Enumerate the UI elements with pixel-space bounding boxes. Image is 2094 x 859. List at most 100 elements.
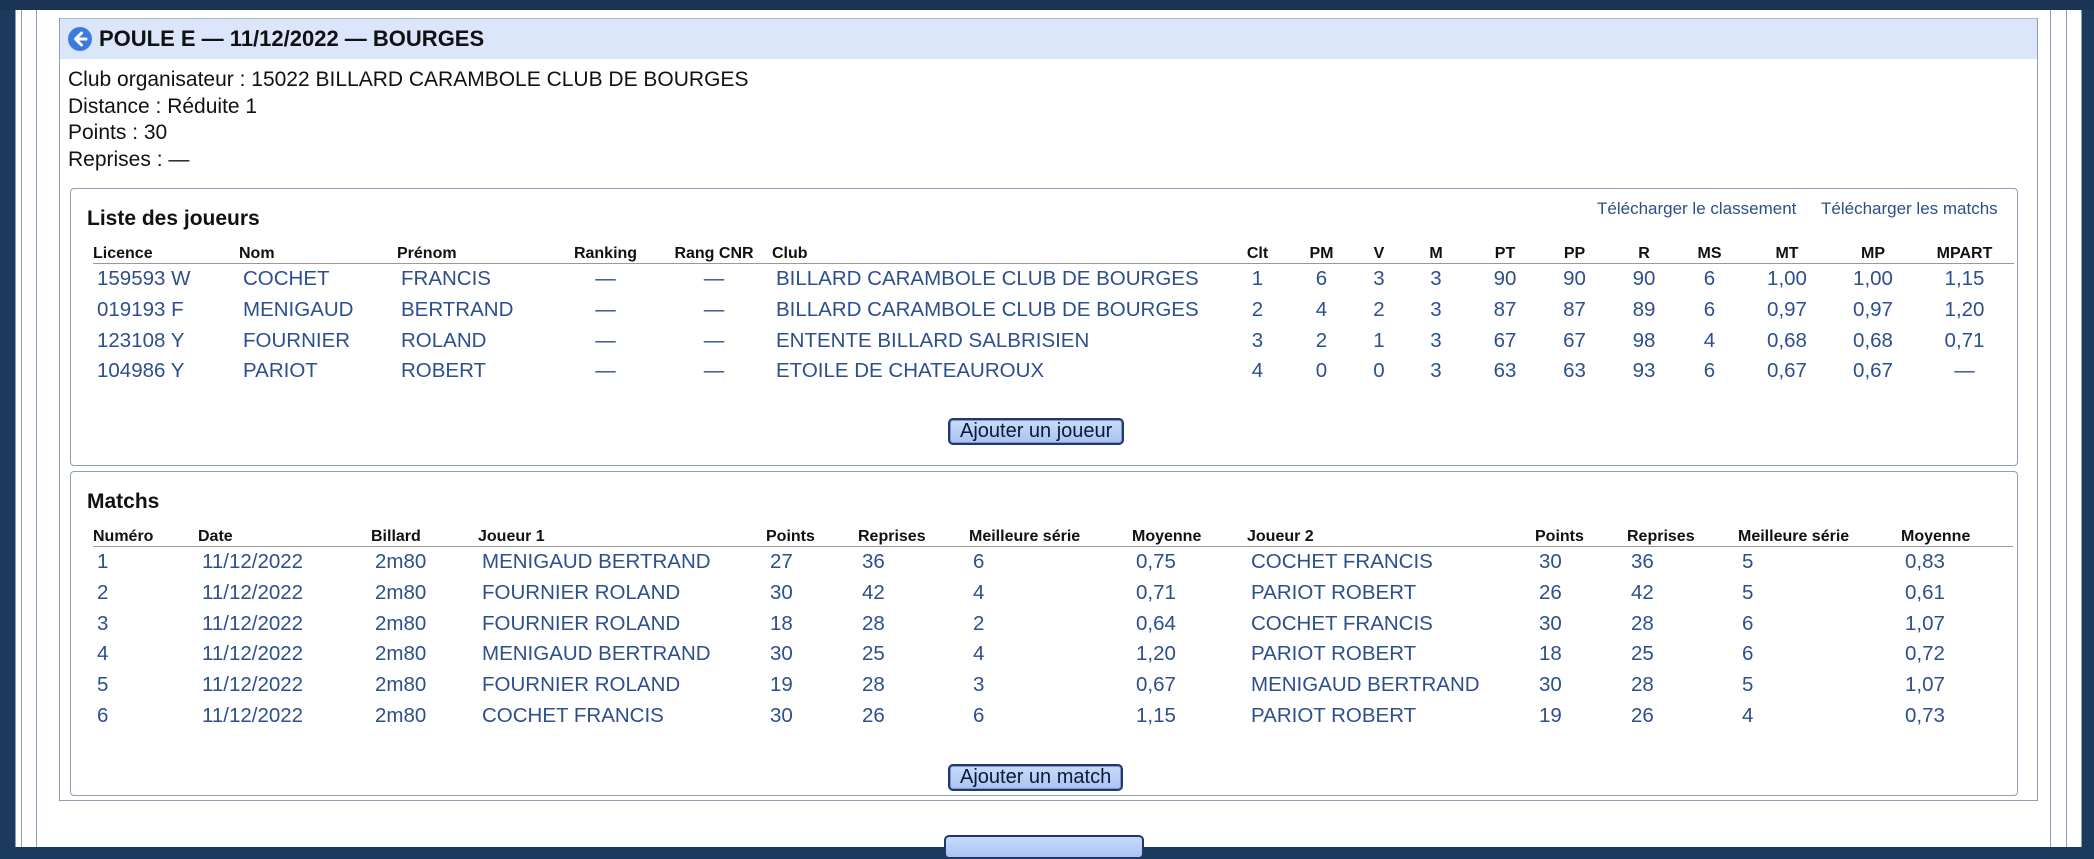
table-cell: 0,68 — [1767, 328, 1807, 352]
table-cell: 30 — [770, 581, 793, 605]
table-cell: 6 — [1742, 642, 1754, 666]
download-ranking-link[interactable]: Télécharger le classement — [1597, 199, 1796, 219]
player-row[interactable]: 123108 Y FOURNIER ROLAND — — ENTENTE BILLARD … — [93, 325, 2014, 356]
table-cell: 3 — [1430, 267, 1442, 291]
matches-header-row: Numéro Date Billard Joueur 1 Points Reprises M… — [93, 522, 2013, 547]
bottom-button[interactable] — [944, 835, 1144, 859]
add-match-button[interactable]: Ajouter un match — [948, 764, 1124, 791]
column-header: Billard — [371, 522, 478, 547]
table-cell: 90 — [1493, 267, 1517, 291]
table-cell: 0,71 — [1944, 328, 1985, 352]
table-cell: — — [595, 328, 616, 352]
player-row[interactable]: 159593 W COCHET FRANCIS — — BILLARD CARAMBOLE… — [93, 264, 2014, 295]
table-cell: BILLARD CARAMBOLE CLUB DE BOURGES — [776, 298, 1199, 322]
column-header: Moyenne — [1132, 522, 1247, 547]
players-table: Licence Nom Prénom Ranking Rang CNR Club Clt PM… — [93, 239, 2014, 387]
player-row[interactable]: 019193 F MENIGAUD BERTRAND — — BILLARD CARAMB… — [93, 295, 2014, 326]
table-cell: 67 — [1563, 328, 1586, 352]
add-player-button[interactable]: Ajouter un joueur — [948, 418, 1125, 445]
table-cell: BILLARD CARAMBOLE CLUB DE BOURGES — [776, 267, 1199, 291]
table-cell: 1,15 — [1944, 267, 1985, 291]
column-header: PM — [1284, 239, 1359, 264]
column-header: V — [1359, 239, 1399, 264]
table-cell: 6 — [97, 703, 109, 727]
arrow-left-circle-icon[interactable] — [68, 27, 92, 51]
table-cell: — — [595, 359, 616, 383]
points-info: Points : 30 — [68, 121, 168, 144]
column-header: Date — [198, 522, 371, 547]
table-cell: 1,00 — [1767, 267, 1807, 291]
table-cell: 26 — [1631, 703, 1654, 727]
table-cell: 104986 Y — [97, 359, 185, 383]
table-cell: ENTENTE BILLARD SALBRISIEN — [776, 328, 1090, 352]
table-cell: 19 — [1539, 703, 1562, 727]
table-cell: 6 — [973, 550, 985, 574]
table-cell: 4 — [973, 642, 985, 666]
column-header: Reprises — [1627, 522, 1738, 547]
reprises-info: Reprises : — — [68, 147, 190, 171]
table-cell: 0 — [1315, 359, 1328, 383]
table-cell: 19 — [770, 673, 793, 697]
table-cell: 5 — [1742, 550, 1754, 574]
table-cell: 4 — [1703, 328, 1716, 352]
table-cell: 3 — [973, 673, 985, 697]
table-cell: 11/12/2022 — [202, 611, 304, 635]
match-row[interactable]: 1 11/12/2022 2m80 MENIGAUD BERTRAND 27 36 6 0,7… — [93, 547, 2013, 578]
distance-info: Distance : Réduite 1 — [68, 94, 258, 118]
table-cell: 0,73 — [1905, 703, 1945, 727]
table-cell: 5 — [1742, 581, 1754, 605]
table-cell: 3 — [1251, 328, 1264, 352]
table-cell: 0,97 — [1767, 298, 1807, 322]
matches-table: Numéro Date Billard Joueur 1 Points Reprises M… — [93, 522, 2013, 731]
table-cell: — — [703, 359, 725, 383]
table-cell: 3 — [1430, 359, 1442, 383]
table-cell: 6 — [1315, 267, 1328, 291]
table-cell: COCHET FRANCIS — [1251, 611, 1433, 635]
frame-line — [21, 10, 22, 847]
table-cell: 1,07 — [1905, 611, 1945, 635]
column-header: Ranking — [555, 239, 656, 264]
table-cell: 26 — [862, 703, 885, 727]
table-cell: 0,72 — [1905, 642, 1945, 666]
table-cell: 3 — [1430, 298, 1442, 322]
column-header: Prénom — [397, 239, 555, 264]
table-cell: 123108 Y — [97, 328, 185, 352]
column-header: PT — [1473, 239, 1537, 264]
pool-info: Club organisateur : 15022 BILLARD CARAMB… — [60, 59, 2037, 173]
table-cell: 28 — [1631, 611, 1654, 635]
table-cell: 42 — [1631, 581, 1654, 605]
player-row[interactable]: 104986 Y PARIOT ROBERT — — ETOILE DE CHATEAUR… — [93, 356, 2014, 387]
table-cell: COCHET — [243, 267, 330, 291]
table-cell: — — [595, 267, 616, 291]
match-row[interactable]: 6 11/12/2022 2m80 COCHET FRANCIS 30 26 6 1,15 PA… — [93, 700, 2013, 731]
table-cell: 3 — [97, 611, 109, 635]
table-cell: 2 — [973, 611, 985, 635]
column-header: Points — [1535, 522, 1627, 547]
table-cell: — — [703, 298, 725, 322]
table-cell: 1 — [1251, 267, 1264, 291]
table-cell: 4 — [1742, 703, 1754, 727]
table-cell: 3 — [1430, 328, 1442, 352]
table-cell: 2 — [1373, 298, 1385, 322]
match-row[interactable]: 2 11/12/2022 2m80 FOURNIER ROLAND 30 42 4 0,71 P… — [93, 578, 2013, 609]
table-cell: 019193 F — [97, 298, 184, 322]
table-cell: 30 — [1539, 550, 1562, 574]
table-cell: 11/12/2022 — [202, 673, 304, 697]
table-cell: 93 — [1632, 359, 1656, 383]
table-cell: 6 — [973, 703, 985, 727]
frame-line — [36, 10, 37, 847]
table-cell: 1 — [1373, 328, 1385, 352]
table-cell: 63 — [1493, 359, 1517, 383]
match-row[interactable]: 4 11/12/2022 2m80 MENIGAUD BERTRAND 30 25 4 1,2… — [93, 639, 2013, 670]
table-cell: 25 — [862, 642, 885, 666]
match-row[interactable]: 3 11/12/2022 2m80 FOURNIER ROLAND 18 28 2 0,64 C… — [93, 608, 2013, 639]
table-cell: ROLAND — [401, 328, 487, 352]
match-row[interactable]: 5 11/12/2022 2m80 FOURNIER ROLAND 19 28 3 0,67 M… — [93, 670, 2013, 701]
download-matches-link[interactable]: Télécharger les matchs — [1821, 199, 1998, 219]
panel-header: POULE E — 11/12/2022 — BOURGES — [60, 18, 2037, 59]
table-cell: 11/12/2022 — [202, 703, 304, 727]
table-cell: ROBERT — [401, 359, 487, 383]
column-header: Reprises — [858, 522, 969, 547]
column-header: Clt — [1231, 239, 1284, 264]
organizer-club: Club organisateur : 15022 BILLARD CARAMB… — [68, 68, 749, 91]
